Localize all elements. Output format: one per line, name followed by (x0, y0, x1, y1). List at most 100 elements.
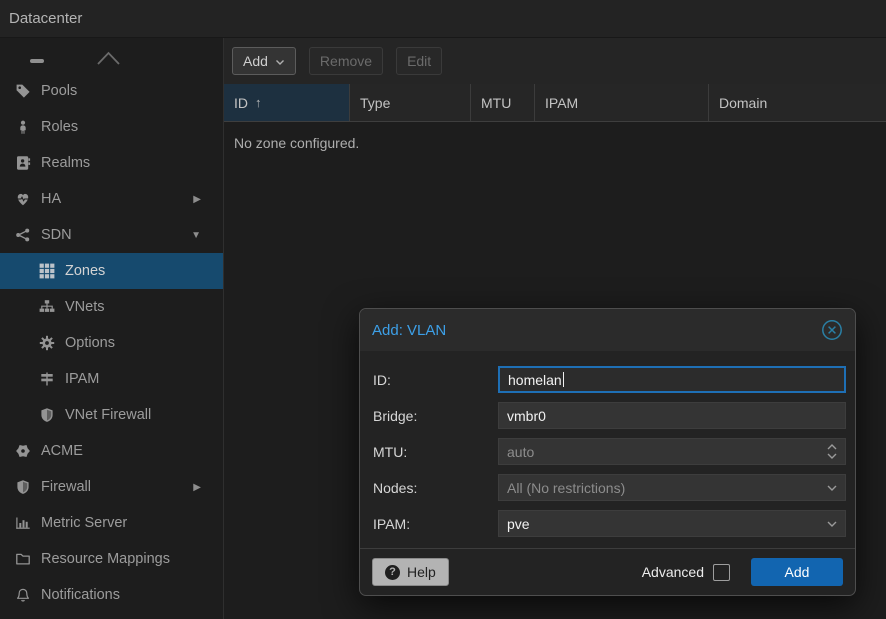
advanced-label: Advanced (642, 564, 704, 580)
sidebar-item-options[interactable]: Options (0, 325, 223, 361)
chevron-right-icon[interactable]: ▶ (193, 482, 201, 493)
remove-button[interactable]: Remove (309, 47, 383, 75)
id-input[interactable]: homelan (498, 366, 846, 393)
advanced-checkbox[interactable] (713, 564, 730, 581)
close-icon[interactable] (821, 319, 843, 341)
sidebar-item-label: Metric Server (41, 515, 127, 531)
tag-icon (14, 83, 31, 100)
toolbar: Add Remove Edit (224, 38, 886, 84)
chevron-down-icon[interactable] (826, 511, 838, 536)
field-row-id: ID: homelan (373, 366, 846, 393)
sidebar-item-vnet-firewall[interactable]: VNet Firewall (0, 397, 223, 433)
sidebar-item-notifications[interactable]: Notifications (0, 577, 223, 613)
help-button[interactable]: ? Help (372, 558, 449, 586)
table-header: ID ↑ Type MTU IPAM Domain (224, 84, 886, 122)
network-nodes-icon (14, 227, 31, 244)
chevron-right-icon[interactable]: ▶ (193, 194, 201, 205)
ipam-select-value: pve (507, 516, 530, 532)
sidebar-item-label: Roles (41, 119, 78, 135)
sidebar-item-label: Resource Mappings (41, 551, 170, 567)
bridge-input[interactable]: vmbr0 (498, 402, 846, 429)
sidebar-item-label: Firewall (41, 479, 91, 495)
sidebar-item-label: VNet Firewall (65, 407, 151, 423)
sidebar-item-vnets[interactable]: VNets (0, 289, 223, 325)
folder-icon (14, 551, 31, 568)
dialog-footer: ? Help Advanced Add (360, 548, 855, 595)
remove-button-label: Remove (320, 53, 372, 69)
sort-ascending-icon: ↑ (255, 95, 262, 110)
column-header-domain[interactable]: Domain (709, 84, 886, 121)
heartbeat-icon (14, 191, 31, 208)
chevron-down-icon[interactable]: ▼ (191, 230, 201, 241)
column-header-ipam[interactable]: IPAM (535, 84, 709, 121)
sidebar-item-label: Notifications (41, 587, 120, 603)
gear-icon (38, 335, 55, 352)
nodes-field-label: Nodes: (373, 480, 498, 496)
edit-button-label: Edit (407, 53, 431, 69)
sidebar-item-partial[interactable] (0, 38, 223, 73)
sidebar-item-label: VNets (65, 299, 105, 315)
bar-chart-icon (14, 515, 31, 532)
bridge-field-label: Bridge: (373, 408, 498, 424)
sidebar-item-label: IPAM (65, 371, 99, 387)
chevron-up-icon[interactable] (96, 50, 121, 66)
mtu-field-label: MTU: (373, 444, 498, 460)
sidebar-item-label: Options (65, 335, 115, 351)
field-row-ipam: IPAM: pve (373, 510, 846, 537)
shield-icon (14, 479, 31, 496)
certificate-icon (14, 443, 31, 460)
add-button-label: Add (243, 53, 268, 69)
sidebar: Pools Roles Realms HA ▶ SDN ▼ Zones VNet… (0, 38, 224, 619)
empty-message: No zone configured. (224, 122, 886, 151)
dialog-title: Add: VLAN (372, 322, 446, 339)
sidebar-item-ha[interactable]: HA ▶ (0, 181, 223, 217)
sidebar-item-label: Pools (41, 83, 77, 99)
sidebar-item-label: SDN (41, 227, 72, 243)
signpost-icon (38, 371, 55, 388)
dialog-add-button[interactable]: Add (751, 558, 843, 586)
ipam-field-label: IPAM: (373, 516, 498, 532)
mtu-spinner[interactable]: auto (498, 438, 846, 465)
sidebar-item-resource-mappings[interactable]: Resource Mappings (0, 541, 223, 577)
dialog-body: ID: homelan Bridge: vmbr0 MTU: auto Node… (360, 351, 855, 548)
mtu-input-value: auto (507, 444, 534, 460)
field-row-mtu: MTU: auto (373, 438, 846, 465)
user-icon (14, 119, 31, 136)
sidebar-item-realms[interactable]: Realms (0, 145, 223, 181)
top-bar: Datacenter (0, 0, 886, 38)
sidebar-item-roles[interactable]: Roles (0, 109, 223, 145)
column-header-mtu[interactable]: MTU (471, 84, 535, 121)
bridge-input-value: vmbr0 (507, 408, 546, 424)
dialog-header[interactable]: Add: VLAN (360, 309, 855, 351)
column-header-id[interactable]: ID ↑ (224, 84, 350, 121)
bell-icon (14, 587, 31, 604)
field-row-nodes: Nodes: All (No restrictions) (373, 474, 846, 501)
sidebar-item-label: ACME (41, 443, 83, 459)
text-cursor (563, 372, 564, 387)
help-button-label: Help (407, 564, 436, 580)
sidebar-item-label: Zones (65, 263, 105, 279)
ipam-select[interactable]: pve (498, 510, 846, 537)
sidebar-item-ipam[interactable]: IPAM (0, 361, 223, 397)
sidebar-item-label: HA (41, 191, 61, 207)
add-vlan-dialog: Add: VLAN ID: homelan Bridge: vmbr0 MTU:… (359, 308, 856, 596)
id-input-value: homelan (508, 372, 562, 388)
sidebar-item-label: Realms (41, 155, 90, 171)
chevron-down-icon (275, 59, 285, 66)
sidebar-item-pools[interactable]: Pools (0, 73, 223, 109)
sidebar-item-sdn[interactable]: SDN ▼ (0, 217, 223, 253)
shield-icon (38, 407, 55, 424)
column-header-type[interactable]: Type (350, 84, 471, 121)
sidebar-item-zones[interactable]: Zones (0, 253, 223, 289)
sidebar-item-metric-server[interactable]: Metric Server (0, 505, 223, 541)
edit-button[interactable]: Edit (396, 47, 442, 75)
dash-icon (30, 59, 44, 63)
page-title: Datacenter (9, 10, 82, 27)
sidebar-item-acme[interactable]: ACME (0, 433, 223, 469)
sitemap-icon (38, 299, 55, 316)
nodes-select[interactable]: All (No restrictions) (498, 474, 846, 501)
chevron-down-icon[interactable] (826, 475, 838, 500)
spinner-up-down-icon[interactable] (826, 439, 838, 464)
add-button[interactable]: Add (232, 47, 296, 75)
sidebar-item-firewall[interactable]: Firewall ▶ (0, 469, 223, 505)
